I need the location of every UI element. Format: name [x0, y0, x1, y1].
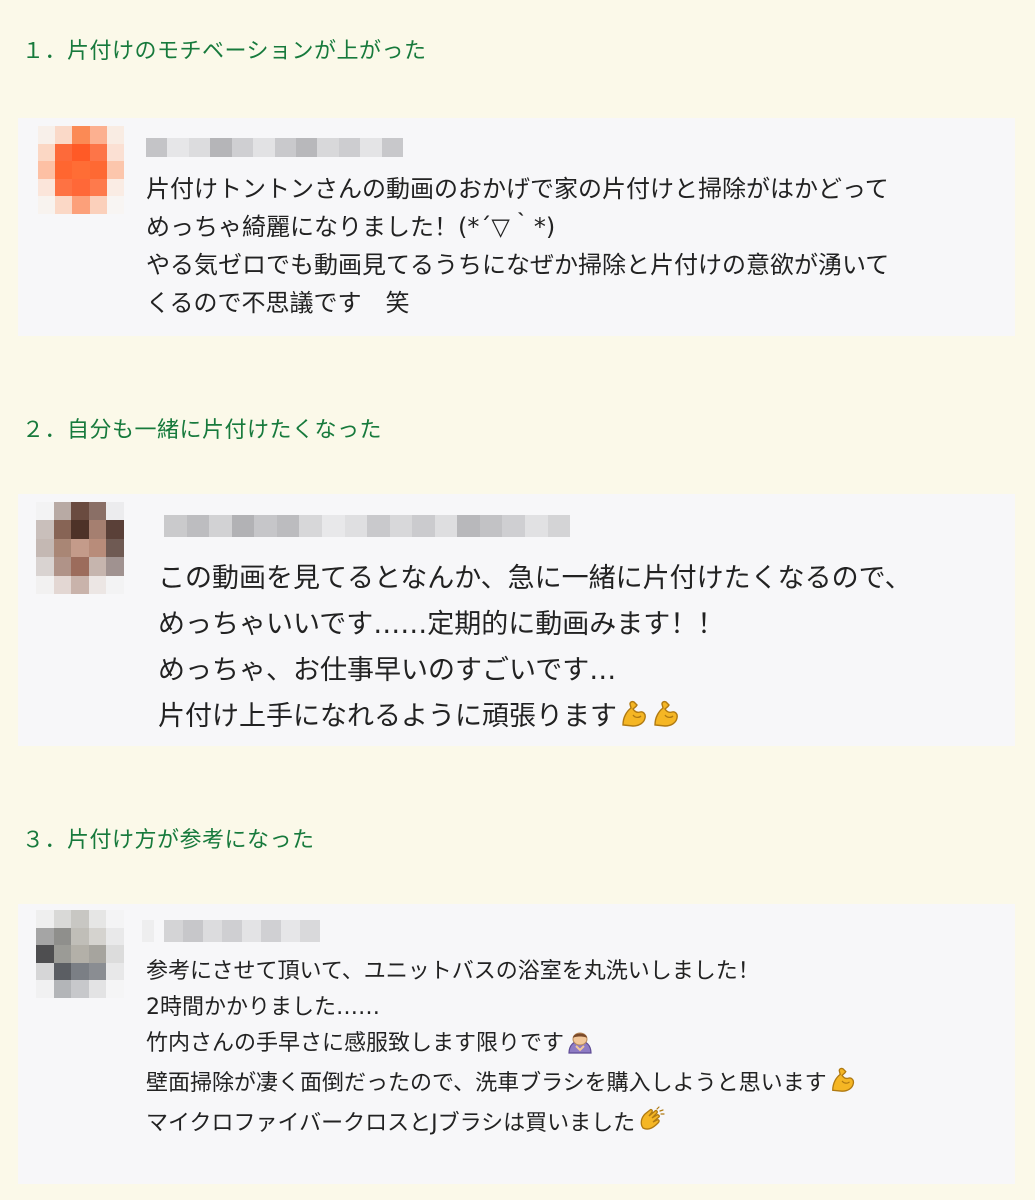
- comment-text-3: 参考にさせて頂いて、ユニットバスの浴室を丸洗いしました！ 2時間かかりました………: [146, 954, 857, 1146]
- section-heading-2: ２．自分も一緒に片付けたくなった: [22, 418, 383, 443]
- comment-line-text: マイクロファイバークロスとJブラシは買いました: [146, 1111, 636, 1136]
- comment-line: やる気ゼロでも動画見てるうちになぜか掃除と片付けの意欲が湧いて: [146, 251, 890, 279]
- flexed-biceps-icon: [829, 1066, 857, 1106]
- comment-text-2: この動画を見てるとなんか、急に一緒に片付けたくなるので、 めっちゃいいです……定…: [158, 556, 912, 744]
- comment-line: 壁面掃除が凄く面倒だったので、洗車ブラシを購入しようと思います: [146, 1066, 857, 1106]
- comment-line: めっちゃいいです……定期的に動画みます！！: [158, 609, 725, 640]
- comment-line-text: 竹内さんの手早さに感服致します限りです: [146, 1031, 565, 1056]
- flexed-biceps-icon: [651, 698, 681, 744]
- comment-line-text: 壁面掃除が凄く面倒だったので、洗車ブラシを購入しようと思います: [146, 1071, 827, 1096]
- avatar-2-blurred: [36, 502, 124, 594]
- comment-line: めっちゃ綺麗になりました！(*´▽｀*): [146, 213, 556, 241]
- comment-line: 2時間かかりました……: [146, 995, 380, 1020]
- person-bowing-icon: [566, 1028, 594, 1066]
- comment-line: 片付け上手になれるように頑張ります: [158, 694, 912, 744]
- comment-line: この動画を見てるとなんか、急に一緒に片付けたくなるので、: [158, 563, 912, 594]
- comment-line: マイクロファイバークロスとJブラシは買いました: [146, 1106, 857, 1146]
- avatar-1-blurred: [38, 126, 124, 214]
- comment-line: くるので不思議です 笑: [146, 289, 410, 317]
- section-heading-3: ３．片付け方が参考になった: [22, 828, 315, 853]
- comment-line-text: 片付け上手になれるように頑張ります: [158, 701, 617, 732]
- flexed-biceps-icon: [619, 698, 649, 744]
- username-1-blurred: [146, 138, 404, 157]
- comment-card-1: 片付けトントンさんの動画のおかげで家の片付けと掃除がはかどって めっちゃ綺麗にな…: [18, 118, 1015, 336]
- username-2-blurred: [164, 515, 571, 537]
- comment-text-1: 片付けトントンさんの動画のおかげで家の片付けと掃除がはかどって めっちゃ綺麗にな…: [146, 170, 889, 322]
- comment-line: めっちゃ、お仕事早いのすごいです…: [158, 655, 617, 686]
- clapping-hands-icon: [637, 1106, 665, 1146]
- avatar-3-blurred: [36, 910, 124, 998]
- username-3-blurred: [142, 920, 321, 942]
- comment-card-2: この動画を見てるとなんか、急に一緒に片付けたくなるので、 めっちゃいいです……定…: [18, 494, 1015, 746]
- comment-line: 参考にさせて頂いて、ユニットバスの浴室を丸洗いしました！: [146, 959, 760, 984]
- comment-line: 片付けトントンさんの動画のおかげで家の片付けと掃除がはかどって: [146, 175, 889, 203]
- comment-card-3: 参考にさせて頂いて、ユニットバスの浴室を丸洗いしました！ 2時間かかりました………: [18, 904, 1015, 1184]
- comment-line: 竹内さんの手早さに感服致します限りです: [146, 1026, 857, 1066]
- section-heading-1: １．片付けのモチベーションが上がった: [22, 39, 427, 64]
